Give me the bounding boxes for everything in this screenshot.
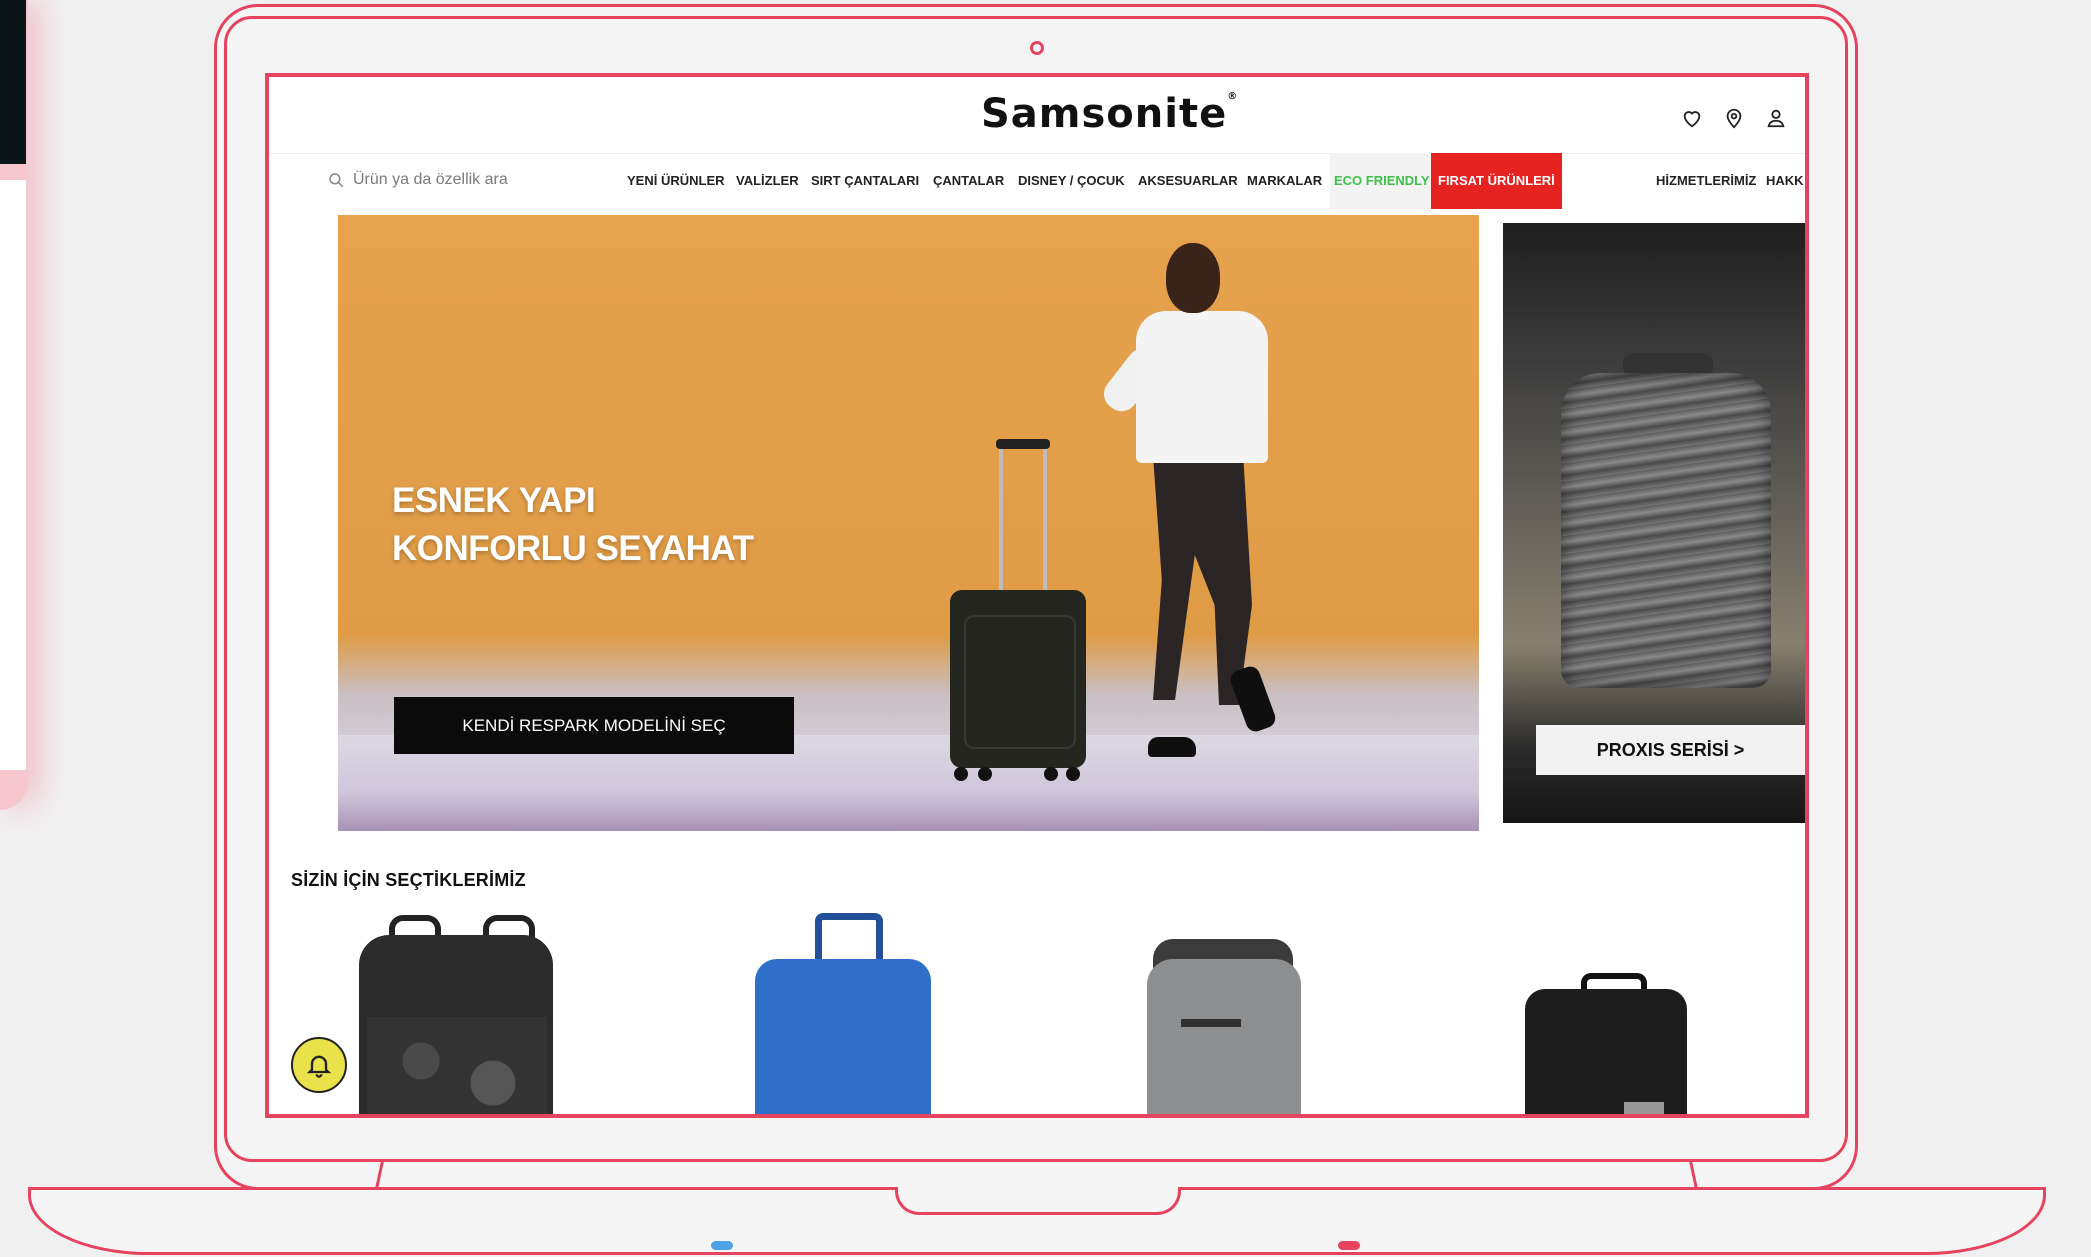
site-header: Samsonite® <box>269 77 1805 154</box>
location-pin-icon[interactable] <box>1723 107 1745 129</box>
header-actions <box>1681 107 1787 129</box>
nav-item-brands[interactable]: MARKALAR <box>1247 153 1322 209</box>
nav-item-backpacks[interactable]: SIRT ÇANTALARI <box>811 153 919 209</box>
suitcase-wheel <box>978 767 992 781</box>
model-shoe <box>1148 737 1196 757</box>
status-light-blue <box>711 1241 733 1250</box>
nav-item-accessories[interactable]: AKSESUARLAR <box>1138 153 1238 209</box>
nav-item-bags[interactable]: ÇANTALAR <box>933 153 1004 209</box>
brand-logo[interactable]: Samsonite® <box>981 91 1238 137</box>
suitcase-wheel <box>1066 767 1080 781</box>
nav-item-new-products[interactable]: YENİ ÜRÜNLER <box>627 153 725 209</box>
section-title-recommendations: SİZİN İÇİN SEÇTİKLERİMİZ <box>291 870 526 890</box>
model-shirt <box>1136 311 1268 463</box>
nav-item-suitcases[interactable]: VALİZLER <box>736 153 799 209</box>
suitcase-pocket <box>964 615 1076 749</box>
logo-registered-mark: ® <box>1227 91 1239 102</box>
promo-cta-button[interactable]: PROXIS SERİSİ > <box>1536 725 1805 775</box>
product-image-grey-backpack <box>1147 959 1301 1114</box>
product-image-blue-suitcase <box>755 959 931 1114</box>
suitcase-handle-grip <box>996 439 1050 449</box>
notification-bell-button[interactable] <box>291 1037 347 1093</box>
model-head <box>1166 243 1220 313</box>
background-window-content <box>0 180 26 770</box>
main-navigation: Ürün ya da özellik ara YENİ ÜRÜNLER VALİ… <box>269 153 1805 209</box>
promo-banner-proxis[interactable]: PROXIS SERİSİ > <box>1503 223 1805 823</box>
suitcase-handle-left <box>999 445 1003 595</box>
model-legs <box>1153 455 1252 705</box>
hero-banner[interactable]: ESNEK YAPI KONFORLU SEYAHAT KENDİ RESPAR… <box>338 215 1479 831</box>
user-icon[interactable] <box>1765 107 1787 129</box>
search-icon <box>329 173 344 188</box>
nav-item-disney-kids[interactable]: DISNEY / ÇOCUK <box>1018 153 1125 209</box>
heart-icon[interactable] <box>1681 107 1703 129</box>
status-light-pink <box>1338 1241 1360 1250</box>
laptop-trackpad-notch <box>895 1187 1181 1215</box>
promo-suitcase-image <box>1561 373 1771 688</box>
nav-item-eco-friendly[interactable]: ECO FRIENDLY <box>1330 153 1434 209</box>
nav-item-services[interactable]: HİZMETLERİMİZ <box>1656 153 1756 209</box>
webcam-icon <box>1030 41 1044 55</box>
suitcase-wheel <box>954 767 968 781</box>
logo-text: Samsonite <box>981 91 1228 137</box>
hero-cta-button[interactable]: KENDİ RESPARK MODELİNİ SEÇ <box>394 697 794 754</box>
nav-item-deals[interactable]: FIRSAT ÜRÜNLERİ <box>1431 153 1562 209</box>
laptop-screen: Samsonite® Ürün ya da özellik ara YENİ Ü… <box>265 73 1809 1118</box>
suitcase-wheel <box>1044 767 1058 781</box>
search-input[interactable]: Ürün ya da özellik ara <box>353 171 508 189</box>
suitcase-handle-right <box>1043 445 1047 595</box>
nav-item-about[interactable]: HAKK <box>1766 153 1804 209</box>
background-window-dark-region <box>0 0 26 164</box>
search-bar[interactable]: Ürün ya da özellik ara <box>327 171 508 189</box>
product-image-backpack-label <box>1181 1019 1241 1027</box>
bell-icon <box>306 1055 332 1078</box>
product-image-bag-tag <box>1624 1102 1664 1114</box>
product-image-black-bag <box>1525 989 1687 1114</box>
product-image-camo-panel <box>367 1017 547 1114</box>
hero-title: ESNEK YAPI KONFORLU SEYAHAT <box>392 481 754 568</box>
